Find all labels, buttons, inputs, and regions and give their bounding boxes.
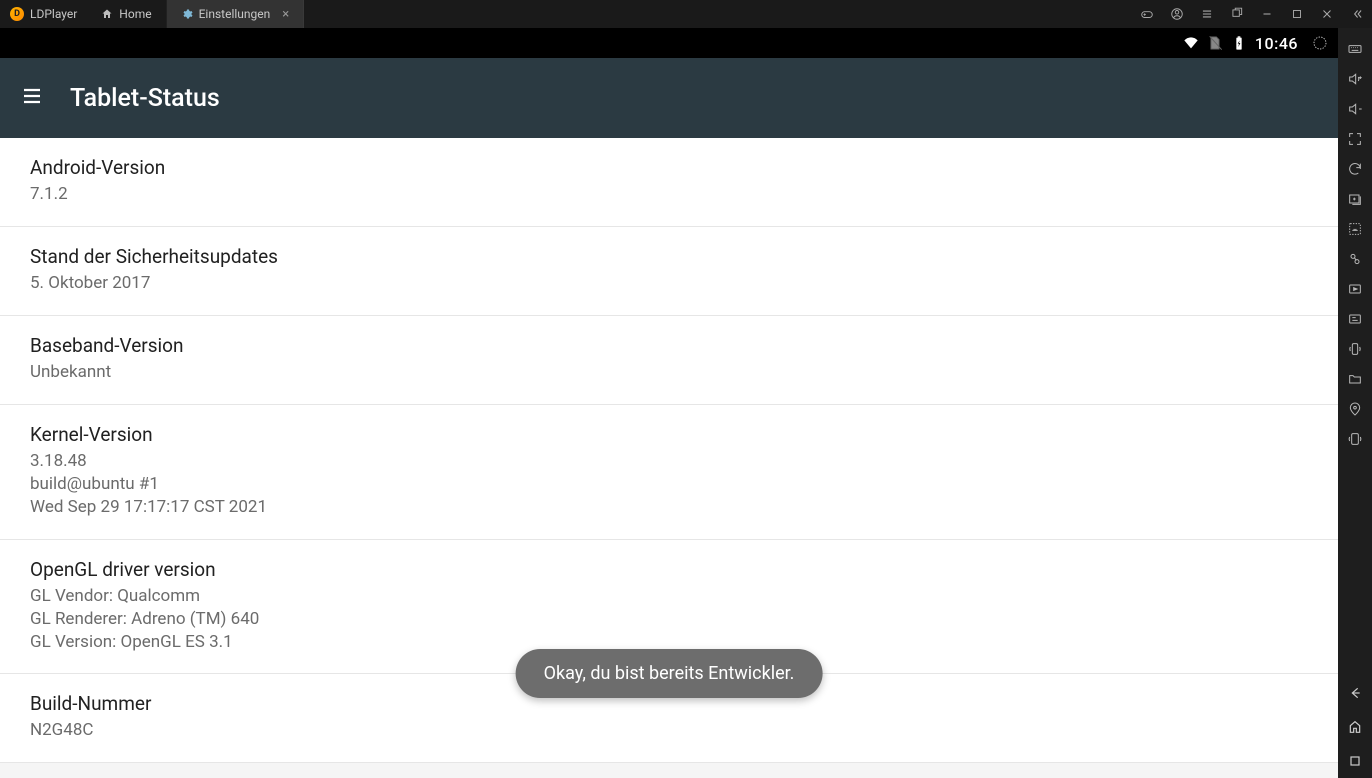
- item-baseband-version[interactable]: Baseband-Version Unbekannt: [0, 316, 1338, 405]
- item-title: OpenGL driver version: [30, 558, 1308, 581]
- operation-record-icon[interactable]: [1338, 304, 1372, 334]
- status-time: 10:46: [1255, 34, 1298, 53]
- item-value: 5. Oktober 2017: [30, 272, 1308, 295]
- screenshot-icon[interactable]: [1338, 244, 1372, 274]
- hamburger-menu-icon[interactable]: [20, 84, 44, 112]
- maximize-icon[interactable]: [1282, 0, 1312, 28]
- app-brand: D LDPlayer: [0, 0, 87, 28]
- item-value: 7.1.2: [30, 183, 1308, 206]
- emulator-screen: 10:46 Tablet-Status Android-Version 7.1.…: [0, 28, 1338, 778]
- android-recents-icon[interactable]: [1338, 744, 1372, 778]
- sync-icon[interactable]: [1338, 154, 1372, 184]
- android-back-icon[interactable]: [1338, 676, 1372, 710]
- no-sim-icon: [1207, 35, 1223, 51]
- app-header: Tablet-Status: [0, 58, 1338, 138]
- install-apk-icon[interactable]: [1338, 214, 1372, 244]
- item-security-patch[interactable]: Stand der Sicherheitsupdates 5. Oktober …: [0, 227, 1338, 316]
- settings-list: Android-Version 7.1.2 Stand der Sicherhe…: [0, 138, 1338, 778]
- shared-folder-icon[interactable]: [1338, 364, 1372, 394]
- item-android-version[interactable]: Android-Version 7.1.2: [0, 138, 1338, 227]
- emulator-toolbar: [1338, 28, 1372, 778]
- page-title: Tablet-Status: [70, 84, 220, 113]
- battery-icon: [1231, 35, 1247, 51]
- gps-icon[interactable]: [1338, 394, 1372, 424]
- window-close-icon[interactable]: [1312, 0, 1342, 28]
- keyboard-icon[interactable]: [1338, 34, 1372, 64]
- multi-window-icon[interactable]: [1222, 0, 1252, 28]
- shake-icon[interactable]: [1338, 334, 1372, 364]
- volume-down-icon[interactable]: [1338, 94, 1372, 124]
- close-icon[interactable]: ×: [282, 7, 289, 22]
- record-icon[interactable]: [1338, 274, 1372, 304]
- item-value: 3.18.48 build@ubuntu #1 Wed Sep 29 17:17…: [30, 450, 1308, 519]
- tab-settings-label: Einstellungen: [199, 7, 271, 21]
- gamepad-icon[interactable]: [1132, 0, 1162, 28]
- gear-icon: [181, 8, 193, 20]
- toast-message: Okay, du bist bereits Entwickler.: [516, 649, 823, 698]
- rotate-icon[interactable]: [1338, 424, 1372, 454]
- collapse-sidebar-icon[interactable]: [1342, 0, 1372, 28]
- home-icon: [101, 8, 113, 20]
- multi-instance-icon[interactable]: [1338, 184, 1372, 214]
- tab-settings[interactable]: Einstellungen ×: [167, 0, 305, 28]
- tab-strip: Home Einstellungen ×: [87, 0, 304, 28]
- app-name: LDPlayer: [30, 7, 77, 21]
- window-titlebar: D LDPlayer Home Einstellungen ×: [0, 0, 1372, 28]
- android-home-icon[interactable]: [1338, 710, 1372, 744]
- wifi-icon: [1183, 35, 1199, 51]
- item-title: Stand der Sicherheitsupdates: [30, 245, 1308, 268]
- item-value: Unbekannt: [30, 361, 1308, 384]
- item-value: GL Vendor: Qualcomm GL Renderer: Adreno …: [30, 585, 1308, 654]
- item-kernel-version[interactable]: Kernel-Version 3.18.48 build@ubuntu #1 W…: [0, 405, 1338, 540]
- volume-up-icon[interactable]: [1338, 64, 1372, 94]
- tab-home-label: Home: [119, 7, 151, 21]
- dev-gear-icon: [1312, 35, 1328, 51]
- ldplayer-logo-icon: D: [10, 7, 24, 21]
- item-value: N2G48C: [30, 719, 1308, 742]
- item-title: Kernel-Version: [30, 423, 1308, 446]
- menu-icon[interactable]: [1192, 0, 1222, 28]
- window-controls: [1132, 0, 1372, 28]
- android-status-bar: 10:46: [0, 28, 1338, 58]
- minimize-icon[interactable]: [1252, 0, 1282, 28]
- item-title: Baseband-Version: [30, 334, 1308, 357]
- toast-text: Okay, du bist bereits Entwickler.: [544, 663, 795, 684]
- tab-home[interactable]: Home: [87, 0, 166, 28]
- item-title: Android-Version: [30, 156, 1308, 179]
- fullscreen-icon[interactable]: [1338, 124, 1372, 154]
- account-icon[interactable]: [1162, 0, 1192, 28]
